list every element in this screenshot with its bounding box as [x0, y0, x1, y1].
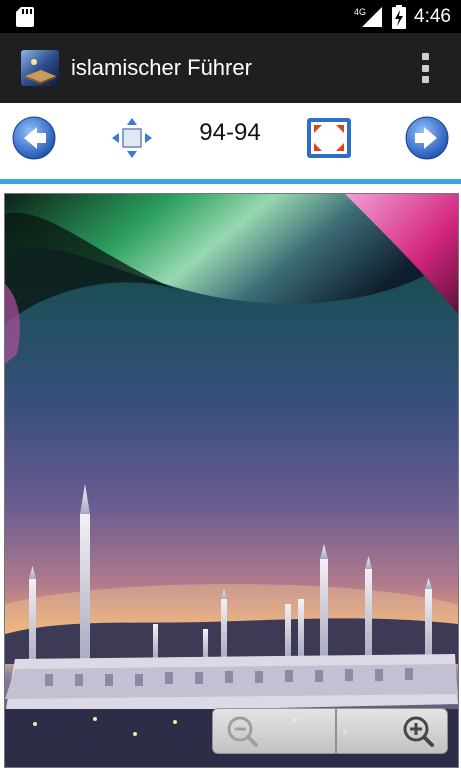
app-title: islamischer Führer [71, 55, 252, 80]
app-bar: islamischer Führer [0, 33, 461, 103]
page-indicator: 94-94 [199, 119, 261, 146]
sd-card-icon [16, 7, 34, 27]
move-arrows-icon[interactable] [110, 116, 154, 160]
reader-toolbar: 94-94 [0, 103, 461, 181]
zoom-controls [212, 708, 448, 754]
status-bar: 4G 4:46 [0, 0, 461, 33]
zoom-in-button[interactable] [336, 708, 448, 754]
signal-icon: 4G [354, 6, 383, 27]
app-icon [21, 50, 59, 86]
next-arrow-icon[interactable] [405, 116, 449, 160]
mosque-sunset-image [5, 194, 458, 767]
clock-time: 4:46 [414, 5, 451, 27]
page-viewer[interactable] [4, 193, 459, 768]
previous-arrow-icon[interactable] [12, 116, 56, 160]
zoom-out-icon [227, 716, 258, 747]
fit-screen-icon[interactable] [306, 116, 352, 160]
toolbar-divider [0, 179, 461, 184]
network-type-label: 4G [354, 7, 366, 17]
battery-charging-icon [392, 4, 407, 29]
zoom-in-icon [403, 716, 434, 747]
overflow-menu-icon[interactable] [419, 53, 431, 83]
zoom-out-button[interactable] [212, 708, 336, 754]
